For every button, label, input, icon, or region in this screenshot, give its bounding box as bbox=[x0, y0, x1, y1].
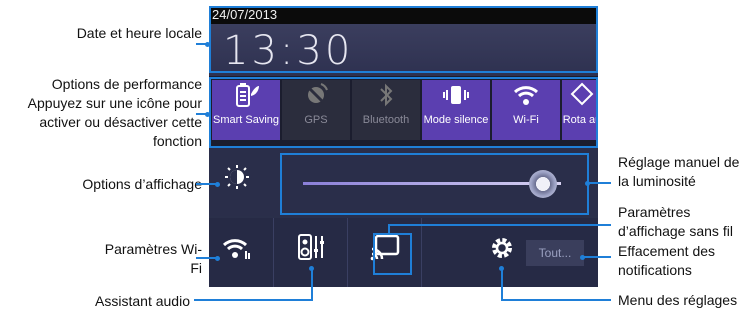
annotation-audio: Assistant audio bbox=[95, 293, 190, 309]
connector-brightness bbox=[587, 182, 611, 184]
highlight-date-time bbox=[209, 6, 598, 73]
annotation-wireless-display: Paramètres d’affichage sans fil bbox=[618, 204, 733, 239]
connector-clear bbox=[583, 256, 611, 258]
divider bbox=[347, 218, 348, 287]
annotation-wifi-settings: Paramètres Wi-Fi bbox=[104, 241, 202, 276]
connector-dot bbox=[309, 266, 314, 271]
annotation-clear: Effacement des notifications bbox=[618, 243, 716, 278]
annotation-display: Options d’affichage bbox=[82, 176, 202, 192]
connector-dot bbox=[215, 256, 220, 261]
highlight-wireless-display bbox=[373, 233, 412, 275]
clear-notifications-button[interactable]: Tout... bbox=[526, 240, 584, 266]
connector-wireless-h bbox=[388, 224, 611, 226]
annotation-brightness: Réglage manuel de la luminosité bbox=[618, 154, 740, 189]
connector-settings-h bbox=[501, 299, 611, 301]
connector-audio-h bbox=[194, 299, 313, 301]
connector-dot bbox=[499, 266, 504, 271]
wifi-settings-icon[interactable] bbox=[215, 232, 259, 272]
connector-dot bbox=[585, 181, 590, 186]
divider bbox=[273, 218, 274, 287]
annotation-date-time: Date et heure locale bbox=[76, 25, 202, 41]
connector-settings-v bbox=[501, 268, 503, 300]
annotation-settings-menu: Menu des réglages bbox=[618, 292, 738, 308]
brightness-auto-icon[interactable] bbox=[215, 161, 259, 201]
connector-audio-v bbox=[311, 268, 313, 300]
connector-dot bbox=[205, 112, 210, 117]
connector-dot bbox=[215, 182, 220, 187]
annotation-performance: Options de performance Appuyez sur une i… bbox=[27, 76, 202, 149]
highlight-brightness bbox=[280, 153, 589, 215]
highlight-performance bbox=[209, 77, 598, 148]
connector-dot bbox=[205, 42, 210, 47]
divider bbox=[421, 218, 422, 287]
connector-dot bbox=[580, 255, 585, 260]
